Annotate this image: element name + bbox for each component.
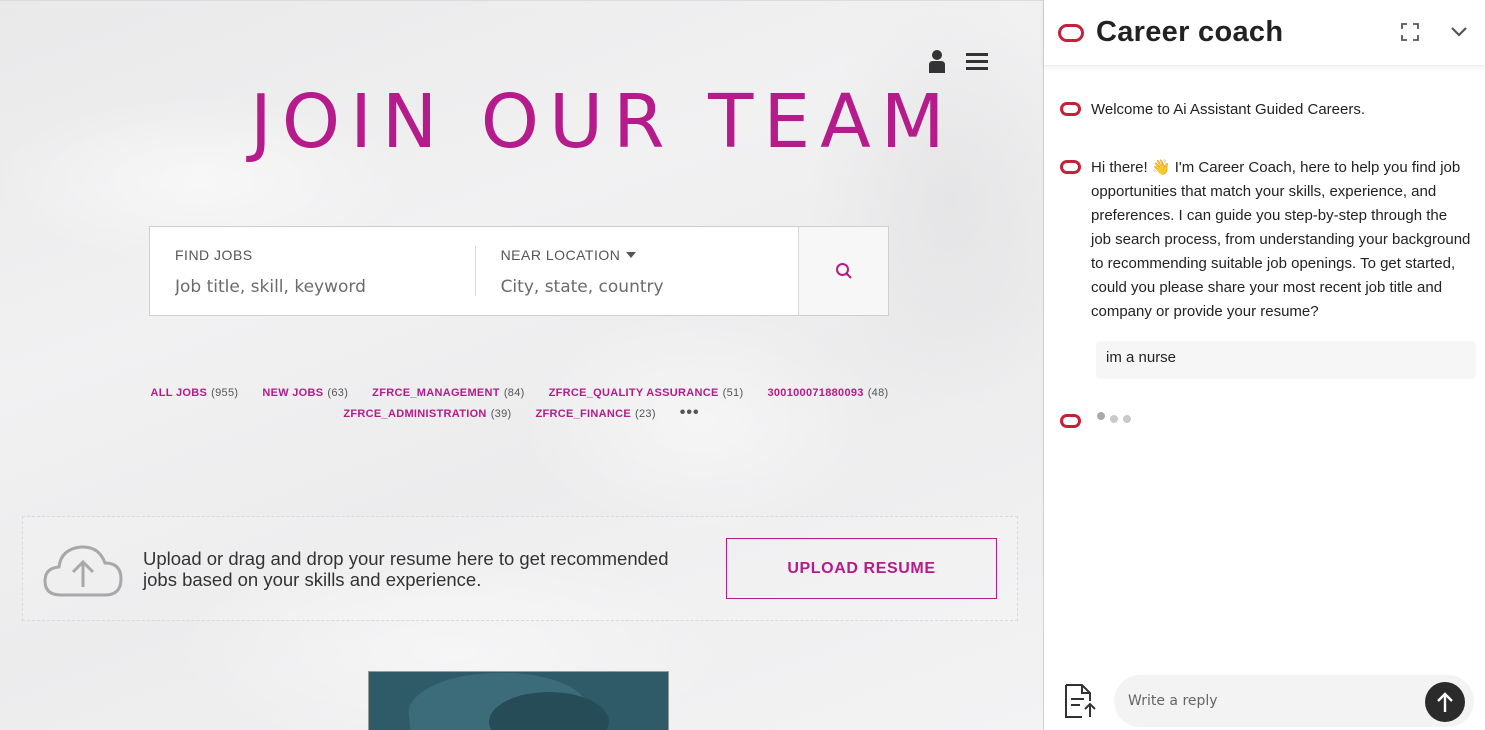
category-link[interactable]: ZFRCE_ADMINISTRATION (39) <box>343 408 511 420</box>
upload-resume-button[interactable]: UPLOAD RESUME <box>726 538 997 599</box>
reply-input[interactable] <box>1114 675 1474 727</box>
send-button[interactable] <box>1425 682 1465 722</box>
caret-down-icon <box>626 252 637 258</box>
attach-document-icon[interactable] <box>1062 683 1098 719</box>
bot-avatar-icon <box>1060 160 1081 174</box>
search-icon <box>835 263 852 279</box>
user-account-icon[interactable] <box>928 49 946 73</box>
job-search-box: FIND JOBS NEAR LOCATION <box>149 226 889 316</box>
typing-dot <box>1110 415 1118 423</box>
search-button[interactable] <box>798 227 888 315</box>
category-link[interactable]: 300100071880093 (48) <box>767 387 888 399</box>
find-jobs-label: FIND JOBS <box>175 247 253 263</box>
more-categories-icon[interactable]: ••• <box>680 405 700 421</box>
typing-dot <box>1097 412 1105 420</box>
location-input[interactable] <box>500 277 771 297</box>
header-icons <box>928 49 988 73</box>
hamburger-menu-icon[interactable] <box>966 51 988 71</box>
job-categories: ALL JOBS (955) NEW JOBS (63) ZFRCE_MANAGEM… <box>0 387 1043 429</box>
career-site-main: JOIN OUR TEAM FIND JOBS NEAR LOCATION AL… <box>0 0 1043 730</box>
upload-instructions: Upload or drag and drop your resume here… <box>143 548 669 590</box>
chat-header: Career coach <box>1044 0 1485 66</box>
expand-icon[interactable] <box>1401 23 1419 41</box>
bot-message: Welcome to Ai Assistant Guided Careers. <box>1060 98 1471 122</box>
category-row-1: ALL JOBS (955) NEW JOBS (63) ZFRCE_MANAGEM… <box>0 387 1043 399</box>
cloud-upload-icon <box>43 545 123 597</box>
keyword-input[interactable] <box>175 277 445 297</box>
category-link[interactable]: ZFRCE_QUALITY ASSURANCE (51) <box>549 387 744 399</box>
bot-avatar-icon <box>1060 102 1081 116</box>
find-jobs-field: FIND JOBS <box>150 227 475 315</box>
bot-avatar-icon <box>1060 414 1081 428</box>
video-thumbnail[interactable] <box>368 671 669 730</box>
arrow-up-icon <box>1437 692 1453 712</box>
bot-message-text: Hi there! 👋 I'm Career Coach, here to he… <box>1091 159 1471 320</box>
hero-title: JOIN OUR TEAM <box>250 79 955 165</box>
near-location-label: NEAR LOCATION <box>500 247 621 263</box>
career-coach-logo-icon <box>1058 23 1084 42</box>
near-location-dropdown[interactable]: NEAR LOCATION <box>501 247 774 263</box>
user-message: im a nurse <box>1096 341 1476 379</box>
typing-indicator <box>1060 410 1131 428</box>
typing-dot <box>1123 415 1131 423</box>
bot-message: Hi there! 👋 I'm Career Coach, here to he… <box>1060 156 1471 324</box>
category-row-2: ZFRCE_ADMINISTRATION (39) ZFRCE_FINANCE (2… <box>0 405 1043 421</box>
chat-footer <box>1044 672 1485 730</box>
category-link[interactable]: ALL JOBS (955) <box>151 387 239 399</box>
career-coach-chat-panel: Career coach Welcome to Ai Assistant Gui… <box>1043 0 1485 730</box>
chat-title: Career coach <box>1096 16 1284 48</box>
near-location-field: NEAR LOCATION <box>474 246 799 297</box>
category-link[interactable]: ZFRCE_FINANCE (23) <box>535 408 655 420</box>
category-link[interactable]: NEW JOBS (63) <box>262 387 348 399</box>
resume-upload-area[interactable]: Upload or drag and drop your resume here… <box>22 516 1018 621</box>
typing-dots <box>1097 412 1131 423</box>
category-link[interactable]: ZFRCE_MANAGEMENT (84) <box>372 387 524 399</box>
bot-message-text: Welcome to Ai Assistant Guided Careers. <box>1091 101 1366 118</box>
chevron-down-icon[interactable] <box>1449 25 1469 39</box>
